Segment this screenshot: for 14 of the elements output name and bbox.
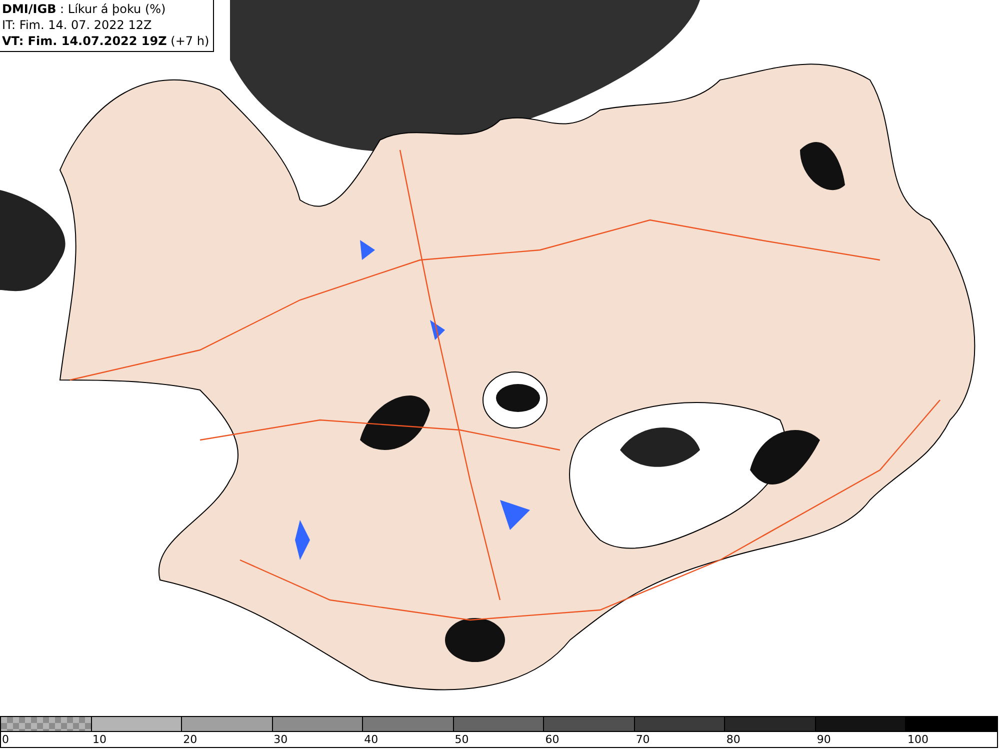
info-text: VT: Fim. 14.07.2022 19Z (+7 h) [2,33,210,49]
legend-label: 10 [92,732,107,747]
info-text: IT: Fim. 14. 07. 2022 12Z [2,17,153,33]
legend-label: 30 [272,732,288,747]
legend-label: 80 [725,732,740,747]
legend-label: 20 [182,732,198,747]
legend-label: 90 [816,732,831,747]
info-text: DMI/IGB : Líkur á þoku (%) [2,1,167,17]
legend-label: 70 [634,732,650,747]
legend-label: 50 [454,732,469,747]
legend-label: 100 [906,732,928,747]
legend-label: 40 [363,732,378,747]
legend-label: 0 [1,732,9,747]
legend-label: 60 [544,732,560,747]
